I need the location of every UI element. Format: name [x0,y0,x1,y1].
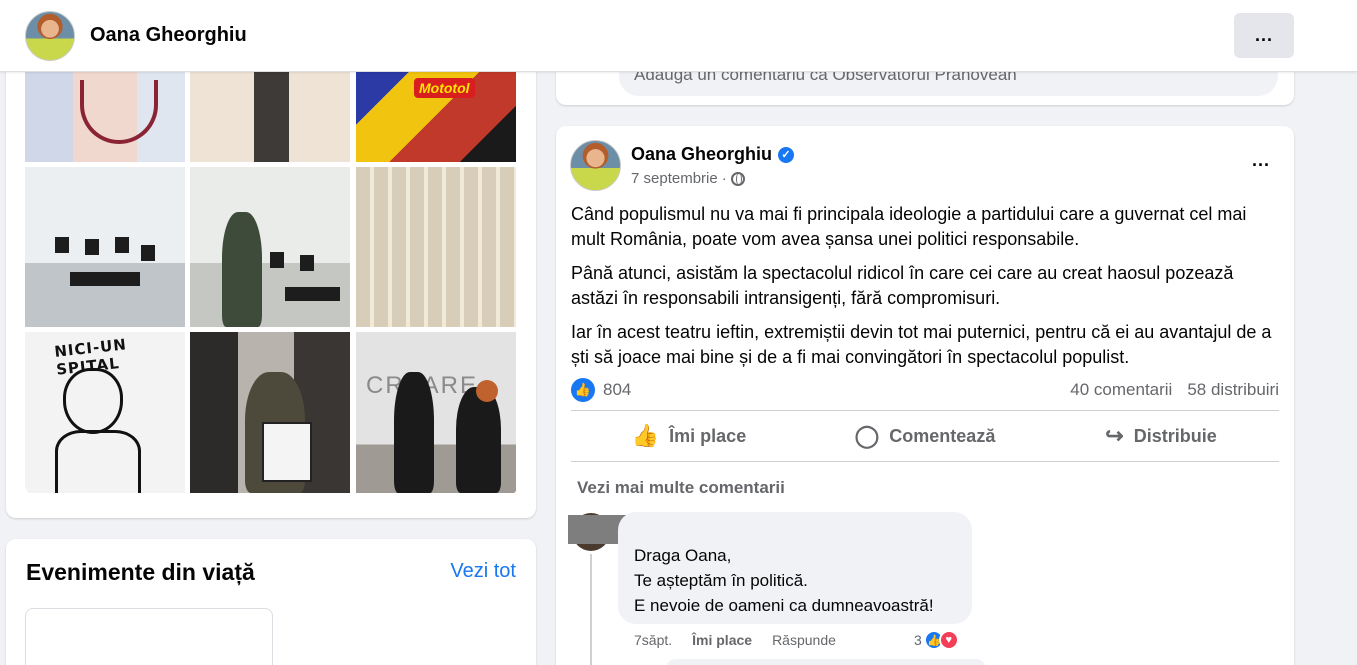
profile-top-bar: Oana Gheorghiu ... [0,0,1357,72]
comment-button-label: Comentează [889,425,996,446]
post-stats-right: 40 comentarii 58 distribuiri [1070,380,1279,400]
comment-line: Draga Oana, [634,546,732,565]
comment-text: Draga Oana, Te așteptăm în politică. E n… [634,543,934,618]
comment-button[interactable]: ◯ Comentează [807,411,1043,461]
comment-line: E nevoie de oameni ca dumneavoastră! [634,596,934,615]
comments-count[interactable]: 40 comentarii [1070,380,1172,400]
post-stats: 👍 804 40 comentarii 58 distribuiri [571,376,1279,406]
public-globe-icon [730,171,745,186]
post-actions: 👍 Îmi place ◯ Comentează ↪ Distribuie [571,411,1279,461]
photos-card: Mototol NICI-UN SPITAL CREARE [6,40,536,518]
love-reaction-icon: ♥ [938,630,959,650]
photo-tile[interactable] [356,167,516,327]
post-paragraph: Până atunci, asistăm la spectacolul ridi… [571,263,1234,308]
profile-avatar[interactable] [25,11,75,61]
photo-tile[interactable]: CREARE [356,332,516,493]
post-meta-separator: · [721,170,727,187]
divider [571,461,1279,462]
like-button[interactable]: 👍 Îmi place [571,411,807,461]
post-paragraph: Iar în acest teatru ieftin, extremiștii … [571,322,1272,367]
post-options-button[interactable]: ... [1252,150,1270,171]
photo-sketch-text: NICI-UN SPITAL [53,335,128,379]
comment-thread-line [590,554,592,665]
profile-name[interactable]: Oana Gheorghiu [90,24,247,47]
comment-reactions-count: 3 [914,632,922,648]
post-author-avatar[interactable] [570,140,621,191]
comment-reactions[interactable]: 3 👍 ♥ [914,630,959,650]
photo-tile[interactable] [190,332,350,493]
comment-time[interactable]: 7săpt. [634,632,672,648]
comment-reply-link[interactable]: Răspunde [772,632,836,648]
post-date[interactable]: 7 septembrie [631,170,718,187]
comment-line: Te așteptăm în politică. [634,571,808,590]
thumbs-up-icon: 👍 [631,423,660,448]
share-button[interactable]: ↪ Distribuie [1043,411,1279,461]
like-button-label: Îmi place [669,425,747,446]
post-author: Oana Gheorghiu ✓ [631,144,795,165]
photo-brand-text: Mototol [414,78,475,98]
post-body: Când populismul nu va mai fi principala … [571,202,1283,379]
shares-count[interactable]: 58 distribuiri [1187,380,1279,400]
life-event-item[interactable] [25,608,273,665]
life-events-title: Evenimente din viață [26,559,255,585]
post-author-name[interactable]: Oana Gheorghiu [631,144,772,165]
reactions-count[interactable]: 804 [603,380,631,400]
share-button-label: Distribuie [1133,425,1217,446]
life-events-see-all-link[interactable]: Vezi tot [450,560,516,583]
like-reaction-icon: 👍 [571,378,595,402]
comment-bubble-icon: ◯ [854,423,880,448]
profile-more-button[interactable]: ... [1234,13,1294,58]
reply-preview[interactable] [666,659,986,665]
post-paragraph: Când populismul nu va mai fi principala … [571,204,1247,249]
share-arrow-icon: ↪ [1105,423,1124,448]
photo-grid: Mototol NICI-UN SPITAL CREARE [25,40,518,495]
photo-tile[interactable]: NICI-UN SPITAL [25,332,185,493]
post-card: Oana Gheorghiu ✓ 7 septembrie · ... Când… [556,126,1294,665]
comment-meta: 7săpt. Îmi place Răspunde [634,632,836,648]
photo-tile[interactable] [190,167,350,327]
view-more-comments-link[interactable]: Vezi mai multe comentarii [577,478,785,498]
comment-like-link[interactable]: Îmi place [692,632,752,648]
life-events-card: Evenimente din viață Vezi tot [6,539,536,665]
post-meta: 7 septembrie · [631,170,745,187]
verified-badge-icon: ✓ [778,146,795,163]
photo-tile[interactable] [25,167,185,327]
